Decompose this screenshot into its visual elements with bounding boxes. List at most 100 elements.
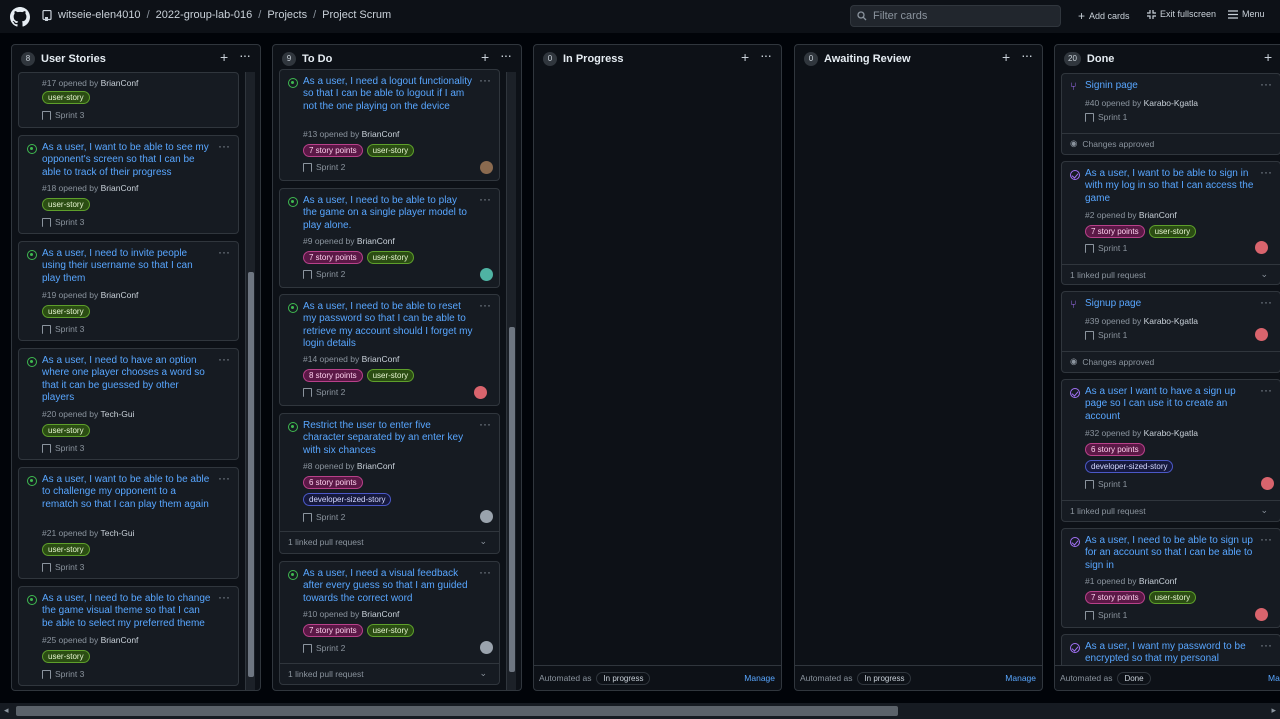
card-milestone[interactable]: Sprint 1: [1085, 330, 1127, 340]
card-title[interactable]: As a user, I need to be able to change t…: [42, 593, 212, 630]
card-title[interactable]: As a user, I need to be able to sign up …: [1085, 535, 1255, 572]
pull-request-card[interactable]: ⑂ Signup page ··· #39 opened by Karabo-K…: [1061, 291, 1280, 373]
issue-card[interactable]: As a user, I need a visual feedback afte…: [279, 561, 500, 685]
column-menu-icon[interactable]: ···: [1021, 47, 1033, 63]
avatar[interactable]: [480, 161, 493, 174]
manage-link[interactable]: Man: [1268, 673, 1280, 683]
card-menu-icon[interactable]: ···: [479, 417, 491, 431]
issue-card[interactable]: #17 opened by BrianConf user-story Sprin…: [18, 72, 239, 128]
label-user-story[interactable]: user-story: [366, 251, 415, 264]
issue-card[interactable]: As a user, I need to be able to play the…: [279, 188, 500, 288]
issue-card[interactable]: As a user I want to have a sign up page …: [1061, 379, 1280, 522]
label-story-points[interactable]: 7 story points: [303, 251, 363, 264]
card-menu-icon[interactable]: ···: [218, 590, 230, 604]
breadcrumb-owner[interactable]: witseie-elen4010: [58, 9, 141, 21]
card-title[interactable]: As a user, I need to have an option wher…: [42, 355, 212, 404]
label-story-points[interactable]: 6 story points: [1085, 443, 1145, 456]
manage-link[interactable]: Manage: [1005, 673, 1036, 683]
card-title[interactable]: As a user, I want to be able to sign in …: [1085, 168, 1255, 205]
add-card-plus-icon[interactable]: +: [1264, 49, 1272, 65]
avatar[interactable]: [1255, 608, 1268, 621]
scrollbar-thumb[interactable]: [16, 706, 898, 716]
card-milestone[interactable]: Sprint 2: [303, 269, 345, 279]
breadcrumb-project[interactable]: Project Scrum: [322, 9, 391, 21]
issue-card[interactable]: Restrict the user to enter five characte…: [279, 413, 500, 554]
issue-card[interactable]: As a user, I need to invite people using…: [18, 241, 239, 341]
card-title[interactable]: As a user, I want my password to be encr…: [1085, 641, 1255, 666]
issue-card[interactable]: As a user, I need to be able to reset my…: [279, 294, 500, 406]
card-menu-icon[interactable]: ···: [218, 245, 230, 259]
card-milestone[interactable]: Sprint 3: [42, 110, 84, 120]
card-menu-icon[interactable]: ···: [218, 352, 230, 366]
card-title[interactable]: As a user, I need a visual feedback afte…: [303, 568, 473, 605]
card-title[interactable]: As a user, I need to invite people using…: [42, 248, 212, 285]
card-milestone[interactable]: Sprint 1: [1085, 112, 1127, 122]
issue-card[interactable]: As a user, I want to be able to sign in …: [1061, 161, 1280, 285]
column-menu-icon[interactable]: ···: [760, 47, 772, 63]
card-milestone[interactable]: Sprint 3: [42, 562, 84, 572]
label-user-story[interactable]: user-story: [42, 543, 90, 556]
add-card-plus-icon[interactable]: +: [220, 49, 228, 65]
filter-cards-input[interactable]: [873, 10, 1053, 22]
card-menu-icon[interactable]: ···: [1260, 77, 1272, 91]
avatar[interactable]: [474, 386, 487, 399]
card-menu-icon[interactable]: ···: [1260, 532, 1272, 546]
card-menu-icon[interactable]: ···: [479, 73, 491, 87]
label-user-story[interactable]: user-story: [1148, 591, 1197, 604]
board-horizontal-scrollbar[interactable]: ◂ ▸: [0, 703, 1280, 719]
card-title[interactable]: Signin page: [1085, 80, 1255, 92]
label-story-points[interactable]: 7 story points: [303, 624, 363, 637]
breadcrumb-projects[interactable]: Projects: [267, 9, 307, 21]
card-title[interactable]: Signup page: [1085, 298, 1255, 310]
manage-link[interactable]: Manage: [744, 673, 775, 683]
issue-card[interactable]: As a user, I need to be able to sign up …: [1061, 528, 1280, 628]
card-milestone[interactable]: Sprint 3: [42, 324, 84, 334]
add-card-plus-icon[interactable]: +: [741, 49, 749, 65]
card-menu-icon[interactable]: ···: [479, 298, 491, 312]
add-card-plus-icon[interactable]: +: [481, 49, 489, 65]
label-user-story[interactable]: user-story: [1148, 225, 1197, 238]
label-story-points[interactable]: 7 story points: [1085, 591, 1145, 604]
column-scrollbar[interactable]: [506, 72, 516, 690]
label-story-points[interactable]: 6 story points: [303, 476, 363, 489]
card-milestone[interactable]: Sprint 3: [42, 443, 84, 453]
issue-card[interactable]: As a user, I want to be able to see my o…: [18, 135, 239, 234]
card-menu-icon[interactable]: ···: [1260, 165, 1272, 179]
scrollbar-thumb[interactable]: [248, 272, 254, 677]
github-logo-icon[interactable]: [10, 7, 30, 27]
linked-pull-request[interactable]: 1 linked pull request ⌄: [1062, 500, 1280, 520]
label-story-points[interactable]: 7 story points: [303, 144, 363, 157]
linked-pull-request[interactable]: 1 linked pull request ⌄: [1062, 264, 1280, 284]
label-user-story[interactable]: user-story: [42, 650, 90, 663]
card-milestone[interactable]: Sprint 2: [303, 387, 345, 397]
label-user-story[interactable]: user-story: [42, 91, 90, 104]
card-menu-icon[interactable]: ···: [1260, 638, 1272, 652]
exit-fullscreen-button[interactable]: Exit fullscreen: [1147, 9, 1216, 19]
linked-pull-request[interactable]: 1 linked pull request ⌄: [280, 531, 499, 551]
card-milestone[interactable]: Sprint 2: [303, 162, 345, 172]
column-menu-icon[interactable]: ···: [500, 47, 512, 63]
avatar[interactable]: [480, 641, 493, 654]
card-title[interactable]: As a user, I want to be able to see my o…: [42, 142, 212, 179]
avatar[interactable]: [1255, 328, 1268, 341]
card-menu-icon[interactable]: ···: [479, 565, 491, 579]
filter-cards-box[interactable]: [850, 5, 1061, 27]
label-user-story[interactable]: user-story: [366, 144, 415, 157]
chevron-down-icon[interactable]: ⌄: [479, 536, 487, 547]
card-menu-icon[interactable]: ···: [218, 139, 230, 153]
card-milestone[interactable]: Sprint 1: [1085, 610, 1127, 620]
scroll-left-arrow-icon[interactable]: ◂: [4, 705, 9, 716]
issue-card[interactable]: As a user, I need a logout functionality…: [279, 69, 500, 181]
chevron-down-icon[interactable]: ⌄: [1260, 269, 1268, 280]
linked-pull-request[interactable]: 1 linked pull request ⌄: [280, 663, 499, 683]
card-milestone[interactable]: Sprint 1: [1085, 479, 1127, 489]
label-developer-sized-story[interactable]: developer-sized-story: [303, 493, 392, 506]
card-menu-icon[interactable]: ···: [479, 192, 491, 206]
label-user-story[interactable]: user-story: [366, 624, 415, 637]
card-title[interactable]: Restrict the user to enter five characte…: [303, 420, 473, 457]
breadcrumb-repo[interactable]: 2022-group-lab-016: [156, 9, 253, 21]
scrollbar-thumb[interactable]: [509, 327, 515, 672]
card-milestone[interactable]: Sprint 3: [42, 669, 84, 679]
card-milestone[interactable]: Sprint 3: [42, 217, 84, 227]
issue-card[interactable]: As a user, I need to be able to change t…: [18, 586, 239, 686]
